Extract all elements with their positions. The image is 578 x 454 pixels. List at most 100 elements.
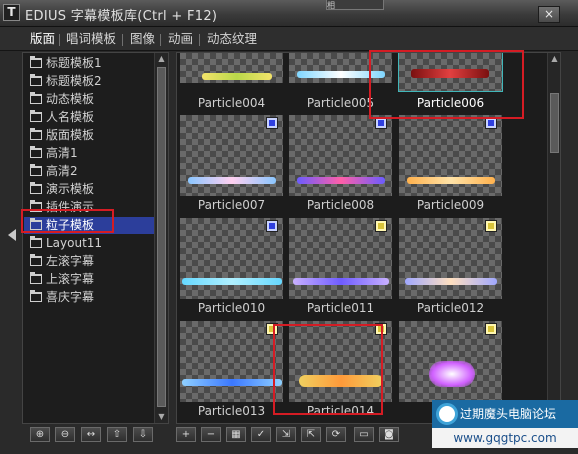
tree-scrollbar[interactable]: ▲ ▼ — [154, 53, 168, 423]
import-icon[interactable]: ⇲ — [276, 427, 296, 442]
tree-item-label: 高清2 — [46, 164, 78, 178]
annotation-box-particle006 — [369, 50, 524, 119]
add-icon[interactable]: + — [176, 427, 196, 442]
monitor-icon[interactable]: ▭ — [354, 427, 374, 442]
check-icon[interactable]: ✓ — [251, 427, 271, 442]
template-tile[interactable]: Particle009 — [397, 113, 504, 214]
folder-icon — [30, 272, 42, 284]
tab-separator — [199, 34, 200, 46]
folder-icon — [30, 254, 42, 266]
tab-images[interactable]: 图像 — [130, 30, 155, 48]
annotation-box-particle-category — [21, 209, 114, 233]
tab-bar: 版面 唱词模板 图像 动画 动态纹理 — [0, 27, 578, 51]
tree-item[interactable]: 标题模板2 — [24, 73, 154, 90]
folder-icon — [30, 290, 42, 302]
template-tile[interactable]: Particle010 — [178, 216, 285, 317]
template-type-icon — [375, 220, 387, 232]
annotation-box-particle014 — [273, 324, 383, 415]
watermark-text: 过期魔头电脑论坛 — [460, 407, 557, 421]
move-down-icon[interactable]: ⇩ — [133, 427, 153, 442]
tab-layout[interactable]: 版面 — [30, 30, 55, 48]
watermark-banner: 过期魔头电脑论坛 — [432, 400, 578, 428]
tree-item-label: 标题模板1 — [46, 56, 102, 70]
template-type-icon — [266, 220, 278, 232]
tree-item[interactable]: 动态模板 — [24, 91, 154, 108]
template-label: Particle010 — [197, 301, 266, 315]
grid-scrollbar[interactable]: ▲ ▼ — [547, 53, 560, 423]
tree-item[interactable]: 标题模板1 — [24, 55, 154, 72]
tree-item-label: 上滚字幕 — [46, 272, 95, 286]
folder-icon — [30, 128, 42, 140]
tree-item-label: 演示模板 — [46, 182, 95, 196]
watermark-url: www.gqgtpc.com — [432, 428, 578, 448]
tree-item[interactable]: 人名模板 — [24, 109, 154, 126]
minus-folder-icon[interactable]: ⊖ — [55, 427, 75, 442]
tree-item[interactable]: 上滚字幕 — [24, 271, 154, 288]
folder-icon — [30, 92, 42, 104]
tree-item-label: Layout11 — [46, 236, 103, 250]
title-bar: T EDIUS 字幕模板库(Ctrl + F12) 相 × — [0, 0, 578, 27]
folder-icon — [30, 74, 42, 86]
scroll-down-icon[interactable]: ▼ — [155, 411, 168, 423]
tab-separator — [122, 34, 123, 46]
tab-separator — [160, 34, 161, 46]
tab-animation[interactable]: 动画 — [168, 30, 193, 48]
folder-icon — [30, 164, 42, 176]
template-tile[interactable]: Particle011 — [287, 216, 394, 317]
template-type-icon — [485, 220, 497, 232]
tree-item[interactable]: Layout11 — [24, 235, 154, 252]
preview-icon[interactable]: ◙ — [379, 427, 399, 442]
tree-item-label: 左滚字幕 — [46, 254, 95, 268]
scroll-up-icon[interactable]: ▲ — [155, 53, 168, 65]
template-label: Particle009 — [416, 198, 485, 212]
tab-separator — [59, 34, 60, 46]
folder-icon — [30, 236, 42, 248]
move-up-icon[interactable]: ⇧ — [107, 427, 127, 442]
template-label: Particle004 — [197, 96, 266, 110]
tree-item[interactable]: 左滚字幕 — [24, 253, 154, 270]
template-label: Particle008 — [306, 198, 375, 212]
template-tile[interactable]: Particle012 — [397, 216, 504, 317]
template-tile[interactable]: Particle007 — [178, 113, 285, 214]
new-folder-icon[interactable]: ⊕ — [30, 427, 50, 442]
collapse-arrow-icon[interactable] — [8, 229, 16, 241]
template-tile[interactable]: Particle008 — [287, 113, 394, 214]
tree-item-label: 标题模板2 — [46, 74, 102, 88]
background-window-title: 相 — [326, 0, 384, 10]
scroll-up-icon[interactable]: ▲ — [548, 53, 560, 65]
tree-item-label: 人名模板 — [46, 110, 95, 124]
template-tree: 标题模板1 标题模板2 动态模板 人名模板 版面模板 高清1 高清2 演示模板 … — [22, 52, 169, 424]
remove-icon[interactable]: − — [201, 427, 221, 442]
app-icon: T — [3, 4, 20, 21]
export-icon[interactable]: ⇱ — [301, 427, 321, 442]
grid-icon[interactable]: ▦ — [226, 427, 246, 442]
folder-icon — [30, 146, 42, 158]
tab-dynamic-texture[interactable]: 动态纹理 — [207, 30, 257, 48]
refresh-icon[interactable]: ⟳ — [326, 427, 346, 442]
folder-icon — [30, 182, 42, 194]
tree-item-label: 动态模板 — [46, 92, 95, 106]
tree-item-label: 版面模板 — [46, 128, 95, 142]
template-type-icon — [485, 323, 497, 335]
tree-item[interactable]: 喜庆字幕 — [24, 289, 154, 306]
template-label: Particle011 — [306, 301, 375, 315]
grid-scroll-thumb[interactable] — [550, 93, 559, 153]
tab-lyric-templates[interactable]: 唱词模板 — [66, 30, 116, 48]
template-label: Particle012 — [416, 301, 485, 315]
expand-icon[interactable]: ↔ — [81, 427, 101, 442]
tree-item[interactable]: 版面模板 — [24, 127, 154, 144]
close-button[interactable]: × — [538, 6, 560, 23]
tree-item-label: 高清1 — [46, 146, 78, 160]
template-label: Particle007 — [197, 198, 266, 212]
tree-scroll-thumb[interactable] — [157, 67, 166, 407]
tree-item-label: 喜庆字幕 — [46, 290, 95, 304]
tree-item[interactable]: 高清2 — [24, 163, 154, 180]
tree-item[interactable]: 高清1 — [24, 145, 154, 162]
template-type-icon — [266, 117, 278, 129]
folder-icon — [30, 56, 42, 68]
template-thumbnail — [180, 53, 283, 83]
tree-item[interactable]: 演示模板 — [24, 181, 154, 198]
template-tile[interactable]: Particle013 — [178, 319, 285, 420]
template-label: Particle013 — [197, 404, 266, 418]
folder-icon — [30, 110, 42, 122]
